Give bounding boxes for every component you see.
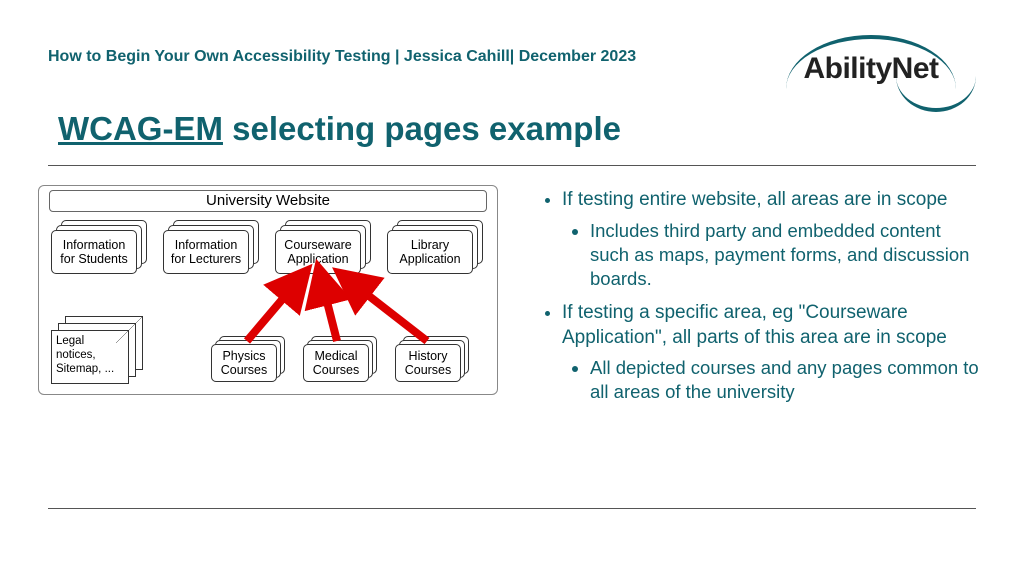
card-legal: Legal notices, Sitemap, ...	[51, 330, 129, 384]
card-info-students: Information for Students	[51, 230, 137, 274]
abilitynet-logo: AbilityNet	[766, 30, 976, 90]
bullet-1a: Includes third party and embedded conten…	[590, 219, 980, 291]
card-courseware: Courseware Application	[275, 230, 361, 274]
card-library: Library Application	[387, 230, 473, 274]
bullet-1: If testing entire website, all areas are…	[562, 188, 980, 291]
card-medical: Medical Courses	[303, 344, 369, 382]
card-physics: Physics Courses	[211, 344, 277, 382]
wcag-em-link[interactable]: WCAG-EM	[58, 110, 223, 147]
bullet-2: If testing a specific area, eg "Coursewa…	[562, 301, 980, 404]
card-info-lecturers: Information for Lecturers	[163, 230, 249, 274]
university-website-box: University Website	[49, 190, 487, 212]
divider-bottom	[48, 508, 976, 509]
divider-top	[48, 165, 976, 166]
title-rest: selecting pages example	[223, 110, 621, 147]
bullet-list: If testing entire website, all areas are…	[540, 188, 980, 414]
site-structure-diagram: University Website Information for Stude…	[38, 185, 498, 395]
bullet-2-text: If testing a specific area, eg "Coursewa…	[562, 302, 947, 348]
bullet-1-text: If testing entire website, all areas are…	[562, 189, 947, 210]
legal-label: Legal notices, Sitemap, ...	[56, 335, 114, 375]
slide-title: WCAG-EM selecting pages example	[58, 110, 621, 148]
bullet-2a: All depicted courses and any pages commo…	[590, 356, 980, 404]
card-history: History Courses	[395, 344, 461, 382]
header-breadcrumb: How to Begin Your Own Accessibility Test…	[48, 48, 636, 66]
